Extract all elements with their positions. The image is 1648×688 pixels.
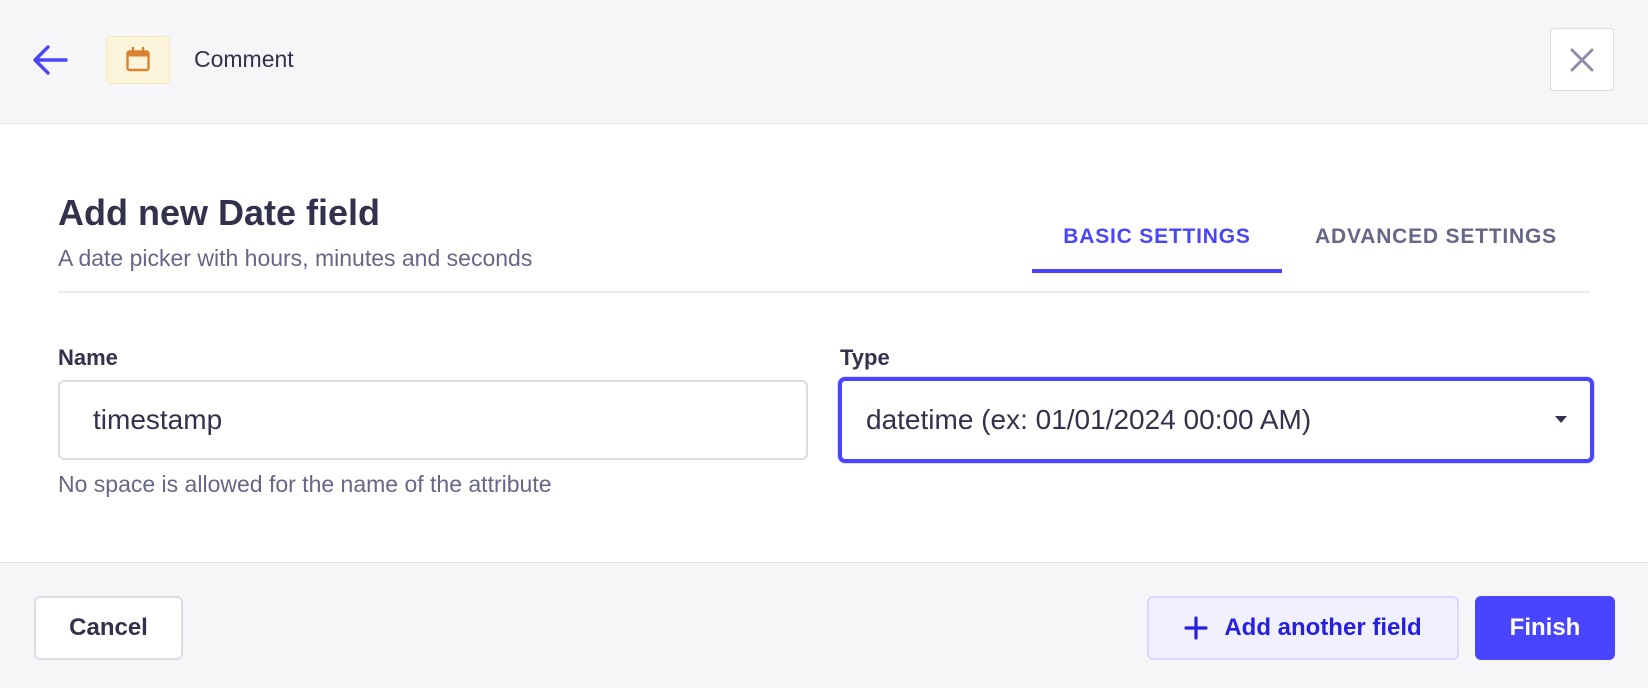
calendar-icon xyxy=(126,47,150,72)
breadcrumb: Comment xyxy=(194,46,294,72)
close-button[interactable] xyxy=(1550,28,1614,91)
modal-title: Add new Date field xyxy=(58,192,381,233)
name-input[interactable] xyxy=(58,380,808,460)
cancel-button[interactable]: Cancel xyxy=(34,596,183,660)
modal-header: Comment xyxy=(0,0,1648,124)
tabs-divider xyxy=(58,291,1590,293)
modal-body: Add new Date field A date picker with ho… xyxy=(0,125,1648,562)
finish-button[interactable]: Finish xyxy=(1475,596,1615,660)
tab-advanced-settings[interactable]: ADVANCED SETTINGS xyxy=(1282,205,1590,273)
caret-down-icon xyxy=(1555,416,1567,423)
close-icon xyxy=(1570,48,1594,71)
name-hint: No space is allowed for the name of the … xyxy=(58,471,552,497)
name-label: Name xyxy=(58,345,118,370)
add-another-field-button[interactable]: Add another field xyxy=(1147,596,1459,660)
tab-basic-settings[interactable]: BASIC SETTINGS xyxy=(1032,205,1282,273)
arrow-left-icon xyxy=(33,45,68,75)
modal-subtitle: A date picker with hours, minutes and se… xyxy=(58,245,533,271)
modal-footer: Cancel Add another field Finish xyxy=(0,562,1648,688)
plus-icon xyxy=(1184,616,1208,640)
type-label: Type xyxy=(840,345,890,370)
settings-tabs: BASIC SETTINGS ADVANCED SETTINGS xyxy=(1032,205,1590,273)
field-type-badge xyxy=(106,36,170,84)
type-select-value: datetime (ex: 01/01/2024 00:00 AM) xyxy=(866,404,1312,435)
add-field-modal: Comment Add new Date field A date picker… xyxy=(0,0,1648,688)
type-select[interactable]: datetime (ex: 01/01/2024 00:00 AM) xyxy=(838,377,1594,463)
add-another-field-label: Add another field xyxy=(1224,614,1422,641)
back-button[interactable] xyxy=(30,40,70,80)
